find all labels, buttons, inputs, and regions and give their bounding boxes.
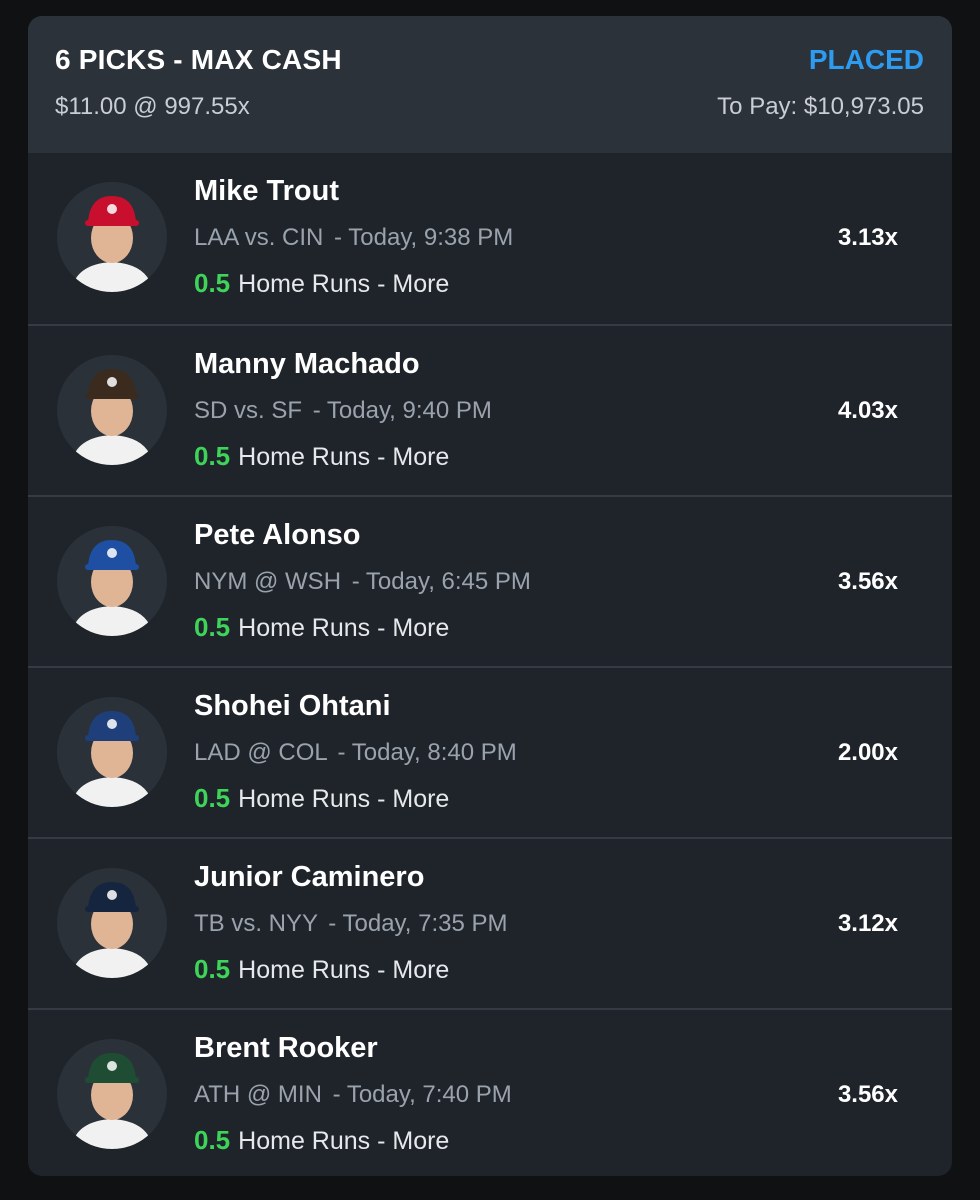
multiplier: 3.13x [837, 224, 898, 251]
stat-direction: Home Runs - More [238, 614, 450, 642]
multiplier: 2.00x [837, 739, 898, 766]
line-value: 0.5 [194, 268, 231, 298]
stat-direction: Home Runs - More [238, 956, 450, 984]
matchup-teams: SD vs. SF [194, 397, 303, 424]
pick-row[interactable]: Brent Rooker ATH @ MIN - Today, 7:40 PM … [28, 1008, 952, 1176]
player-headshot-avatar [57, 526, 167, 636]
matchup-teams: NYM @ WSH [194, 568, 342, 595]
entry-stake: $11.00 @ 997.55x [55, 93, 250, 120]
player-headshot-avatar [57, 182, 167, 292]
game-time: - Today, 9:40 PM [312, 397, 492, 424]
line-value: 0.5 [194, 441, 231, 471]
game-time: - Today, 6:45 PM [351, 568, 531, 595]
player-name: Junior Caminero [194, 861, 425, 893]
game-time: - Today, 9:38 PM [334, 224, 514, 251]
stat-direction: Home Runs - More [238, 1127, 450, 1155]
matchup-info: NYM @ WSH - Today, 6:45 PM [194, 568, 531, 596]
line-value: 0.5 [194, 954, 231, 984]
pick-row[interactable]: Pete Alonso NYM @ WSH - Today, 6:45 PM 0… [28, 495, 952, 666]
player-headshot-avatar [57, 868, 167, 978]
multiplier: 3.56x [837, 1081, 898, 1108]
prop-line: 0.5 Home Runs - More [194, 268, 449, 299]
multiplier: 3.12x [837, 910, 898, 937]
player-headshot-avatar [57, 697, 167, 807]
stat-direction: Home Runs - More [238, 443, 450, 471]
entry-title: 6 PICKS - MAX CASH [55, 44, 342, 75]
picks-list: Mike Trout LAA vs. CIN - Today, 9:38 PM … [28, 153, 952, 1176]
matchup-teams: LAA vs. CIN [194, 224, 324, 251]
game-time: - Today, 7:35 PM [328, 910, 508, 937]
status-badge: PLACED [808, 44, 924, 75]
pick-row[interactable]: Junior Caminero TB vs. NYY - Today, 7:35… [28, 837, 952, 1008]
matchup-info: SD vs. SF - Today, 9:40 PM [194, 397, 492, 425]
pick-row[interactable]: Shohei Ohtani LAD @ COL - Today, 8:40 PM… [28, 666, 952, 837]
player-name: Manny Machado [194, 348, 420, 380]
player-name: Brent Rooker [194, 1032, 378, 1064]
line-value: 0.5 [194, 783, 231, 813]
game-time: - Today, 7:40 PM [332, 1081, 512, 1108]
game-time: - Today, 8:40 PM [337, 739, 517, 766]
matchup-info: ATH @ MIN - Today, 7:40 PM [194, 1081, 512, 1109]
prop-line: 0.5 Home Runs - More [194, 1125, 449, 1156]
entry-payout: To Pay: $10,973.05 [717, 93, 924, 120]
player-headshot-avatar [57, 1039, 167, 1149]
prop-line: 0.5 Home Runs - More [194, 612, 449, 643]
matchup-teams: TB vs. NYY [194, 910, 318, 937]
player-name: Mike Trout [194, 175, 340, 207]
stat-direction: Home Runs - More [238, 785, 450, 813]
entry-card[interactable]: 6 PICKS - MAX CASH PLACED $11.00 @ 997.5… [28, 16, 952, 1176]
matchup-info: LAA vs. CIN - Today, 9:38 PM [194, 224, 513, 252]
prop-line: 0.5 Home Runs - More [194, 441, 449, 472]
prop-line: 0.5 Home Runs - More [194, 783, 449, 814]
pick-row[interactable]: Manny Machado SD vs. SF - Today, 9:40 PM… [28, 324, 952, 495]
multiplier: 4.03x [837, 397, 898, 424]
line-value: 0.5 [194, 1125, 231, 1155]
stat-direction: Home Runs - More [238, 270, 450, 298]
multiplier: 3.56x [837, 568, 898, 595]
prop-line: 0.5 Home Runs - More [194, 954, 449, 985]
line-value: 0.5 [194, 612, 231, 642]
matchup-teams: LAD @ COL [194, 739, 327, 766]
player-headshot-avatar [57, 355, 167, 465]
pick-row[interactable]: Mike Trout LAA vs. CIN - Today, 9:38 PM … [28, 153, 952, 324]
player-name: Pete Alonso [194, 519, 361, 551]
entry-header: 6 PICKS - MAX CASH PLACED $11.00 @ 997.5… [28, 16, 952, 153]
matchup-info: LAD @ COL - Today, 8:40 PM [194, 739, 517, 767]
player-name: Shohei Ohtani [194, 690, 391, 722]
matchup-teams: ATH @ MIN [194, 1081, 322, 1108]
matchup-info: TB vs. NYY - Today, 7:35 PM [194, 910, 507, 938]
